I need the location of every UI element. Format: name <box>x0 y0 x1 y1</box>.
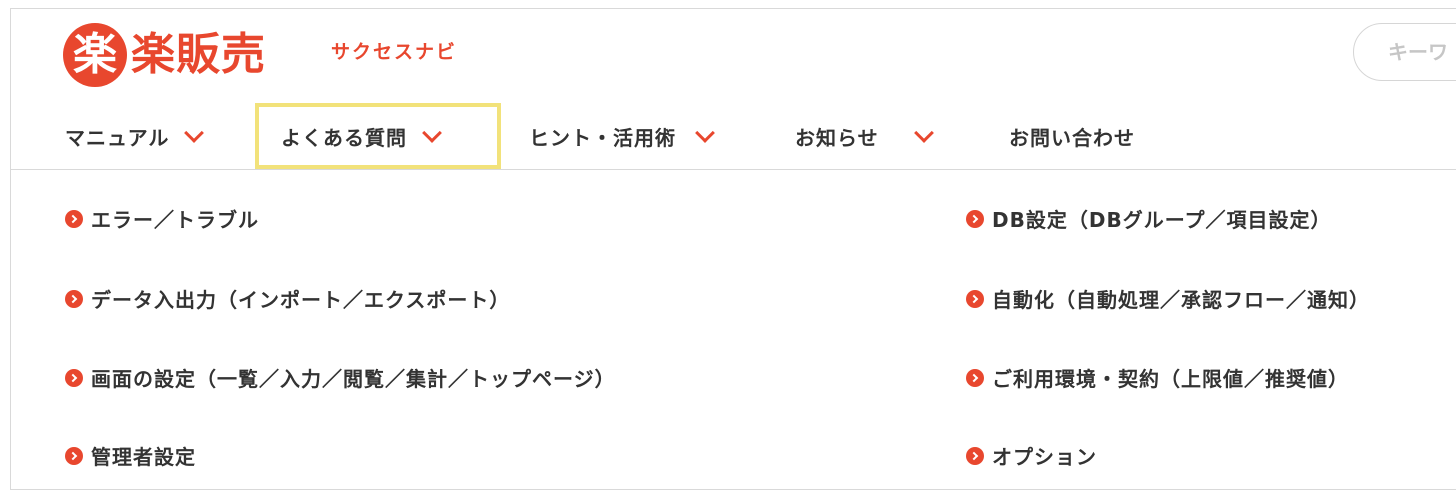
nav-item-label: よくある質問 <box>281 125 407 150</box>
chevron-right-icon <box>966 368 984 387</box>
nav-item-label: マニュアル <box>65 125 170 150</box>
menu-link-label: ご利用環境・契約（上限値／推奨値） <box>992 367 1349 391</box>
search-input[interactable]: キーワ <box>1353 23 1456 81</box>
chevron-right-icon <box>65 368 83 387</box>
nav-item-tips[interactable]: ヒント・活用術 <box>529 103 715 169</box>
menu-link-environment[interactable]: ご利用環境・契約（上限値／推奨値） <box>966 363 1349 392</box>
chevron-down-icon <box>695 123 715 143</box>
logo[interactable]: 楽 楽販売 <box>63 23 266 87</box>
header-window: 楽 楽販売 サクセスナビ キーワ マニュアル よくある質問 ヒント・活用術 お知… <box>10 8 1456 490</box>
menu-link-options[interactable]: オプション <box>966 441 1097 470</box>
menu-link-screen-settings[interactable]: 画面の設定（一覧／入力／閲覧／集計／トップページ） <box>65 363 616 392</box>
global-nav: マニュアル よくある質問 ヒント・活用術 お知らせ お問い合わせ <box>11 103 1456 170</box>
chevron-right-icon <box>65 289 83 308</box>
menu-link-label: エラー／トラブル <box>91 208 259 232</box>
nav-item-label: お問い合わせ <box>1009 125 1135 150</box>
nav-item-contact[interactable]: お問い合わせ <box>1009 103 1135 169</box>
chevron-right-icon <box>966 289 984 308</box>
nav-item-manual[interactable]: マニュアル <box>65 103 205 169</box>
menu-link-automation[interactable]: 自動化（自動処理／承認フロー／通知） <box>966 284 1370 313</box>
menu-link-label: DB設定（DBグループ／項目設定） <box>992 208 1332 232</box>
logo-text: 楽販売 <box>131 29 266 80</box>
logo-subtitle: サクセスナビ <box>331 41 458 63</box>
nav-item-faq[interactable]: よくある質問 <box>255 103 501 169</box>
menu-link-label: オプション <box>992 445 1097 469</box>
nav-item-label: ヒント・活用術 <box>529 125 676 150</box>
nav-item-label: お知らせ <box>795 125 879 150</box>
menu-link-error[interactable]: エラー／トラブル <box>65 204 259 233</box>
chevron-down-icon <box>184 123 205 143</box>
menu-link-label: 管理者設定 <box>91 445 196 469</box>
chevron-right-icon <box>966 446 984 465</box>
menu-link-label: 画面の設定（一覧／入力／閲覧／集計／トップページ） <box>91 367 616 391</box>
chevron-down-icon <box>913 123 934 143</box>
menu-link-label: データ入出力（インポート／エクスポート） <box>91 288 511 312</box>
menu-link-label: 自動化（自動処理／承認フロー／通知） <box>992 288 1370 312</box>
menu-link-data-io[interactable]: データ入出力（インポート／エクスポート） <box>65 284 510 313</box>
chevron-right-icon <box>966 209 984 228</box>
menu-link-db-settings[interactable]: DB設定（DBグループ／項目設定） <box>966 204 1332 233</box>
nav-item-news[interactable]: お知らせ <box>795 103 934 169</box>
logo-mark: 楽 <box>63 23 127 87</box>
chevron-right-icon <box>65 446 83 465</box>
menu-link-admin[interactable]: 管理者設定 <box>65 441 196 470</box>
chevron-down-icon <box>422 123 442 143</box>
chevron-right-icon <box>65 209 83 228</box>
